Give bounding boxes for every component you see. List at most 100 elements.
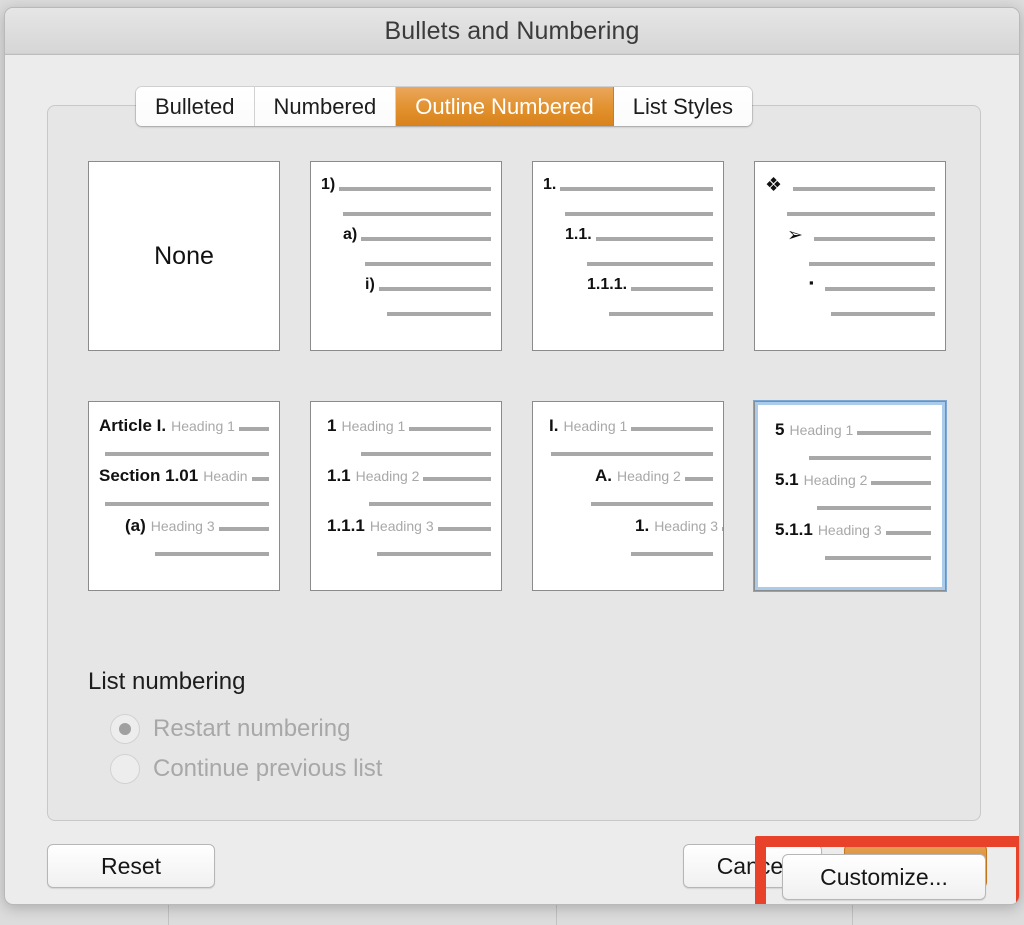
preview-row <box>765 202 935 226</box>
preview-row: 5.1.1 Heading 3 <box>769 520 931 546</box>
preview-marker: 1) <box>321 176 336 193</box>
preview-heading-text: Heading 1 <box>563 418 628 434</box>
list-style-gallery: None 1) a) i) 1. 1.1. 1.1.1. ❖ ➢ ▪ Article I. Headi… <box>88 161 948 591</box>
preview-text-rule <box>824 287 935 291</box>
preview-text-rule <box>591 502 713 506</box>
preview-text-rule <box>377 552 491 556</box>
list-style-tile-roman-alpha-headings[interactable]: I. Heading 1 A. Heading 2 1. Heading 3 <box>532 401 724 591</box>
preview-row <box>543 302 713 326</box>
preview-row <box>321 202 491 226</box>
preview-heading-text: Heading 2 <box>617 468 681 484</box>
preview-heading-text: Heading 1 <box>341 418 406 434</box>
tile-preview: 1) a) i) <box>311 162 501 350</box>
preview-text-rule <box>238 427 269 431</box>
preview-row <box>321 302 491 326</box>
preview-heading-text: Heading 1 <box>171 418 235 434</box>
list-style-tile-legal-numeric-headings[interactable]: 1 Heading 1 1.1 Heading 2 1.1.1 Heading 3 <box>310 401 502 591</box>
radio-icon-selected <box>110 714 140 744</box>
preview-marker: Article I. <box>99 416 167 435</box>
reset-button[interactable]: Reset <box>47 844 215 888</box>
preview-row: 1.1 Heading 2 <box>321 466 491 492</box>
radio-continue-previous-list[interactable]: Continue previous list <box>110 754 382 784</box>
preview-row <box>769 546 931 570</box>
tile-preview: ❖ ➢ ▪ <box>755 162 945 350</box>
preview-marker: 1. <box>543 176 557 193</box>
preview-row: a) <box>321 226 491 252</box>
preview-text-rule <box>365 262 491 266</box>
preview-heading-text: Heading 3 <box>150 518 215 534</box>
preview-row <box>765 302 935 326</box>
preview-text-rule <box>817 506 931 510</box>
preview-row <box>543 252 713 276</box>
preview-text-rule <box>560 187 713 191</box>
preview-text-rule <box>551 452 713 456</box>
preview-text-rule <box>631 427 713 431</box>
list-style-tile-article-section[interactable]: Article I. Heading 1 Section 1.01 Headin (a)… <box>88 401 280 591</box>
preview-text-rule <box>369 502 491 506</box>
tile-preview: 5 Heading 1 5.1 Heading 2 5.1.1 Heading 3 <box>759 406 941 586</box>
list-style-tile-chapter-5-headings[interactable]: 5 Heading 1 5.1 Heading 2 5.1.1 Heading 3 <box>754 401 946 591</box>
preview-row: ❖ <box>765 176 935 202</box>
bullet-glyph-icon: ❖ <box>765 175 783 196</box>
list-style-tile-none[interactable]: None <box>88 161 280 351</box>
preview-text-rule <box>105 452 269 456</box>
list-style-tile-glyph-bullets[interactable]: ❖ ➢ ▪ <box>754 161 946 351</box>
preview-marker: (a) <box>125 516 146 535</box>
preview-heading-text: Headin <box>203 468 248 484</box>
bullet-glyph-icon: ▪ <box>809 275 814 290</box>
preview-text-rule <box>809 262 935 266</box>
preview-text-rule <box>251 477 269 481</box>
radio-restart-numbering[interactable]: Restart numbering <box>110 714 350 744</box>
preview-row <box>543 492 713 516</box>
preview-row: (a) Heading 3 <box>99 516 269 542</box>
preview-heading-text: Heading 3 <box>654 518 719 534</box>
preview-row <box>543 202 713 226</box>
tab-bar: Bulleted Numbered Outline Numbered List Sty… <box>136 87 753 126</box>
preview-row: I. Heading 1 <box>543 416 713 442</box>
preview-text-rule <box>631 552 713 556</box>
content-panel: None 1) a) i) 1. 1.1. 1.1.1. ❖ ➢ ▪ Article I. Headi… <box>47 105 1019 904</box>
tile-preview: 1. 1.1. 1.1.1. <box>533 162 723 350</box>
preview-marker: 1 <box>327 416 337 435</box>
tab-outline-numbered[interactable]: Outline Numbered <box>396 87 614 126</box>
preview-row: 1. <box>543 176 713 202</box>
preview-text-rule <box>809 456 931 460</box>
preview-text-rule <box>609 312 713 316</box>
preview-text-rule <box>565 212 713 216</box>
preview-row <box>769 496 931 520</box>
preview-text-rule <box>155 552 269 556</box>
preview-text-rule <box>339 187 491 191</box>
list-style-tile-decimal-1-1.1-1.1.1[interactable]: 1. 1.1. 1.1.1. <box>532 161 724 351</box>
preview-text-rule <box>825 556 931 560</box>
preview-row <box>99 492 269 516</box>
preview-text-rule <box>885 531 931 535</box>
preview-row <box>543 542 713 566</box>
preview-text-rule <box>722 527 723 531</box>
preview-text-rule <box>631 287 713 291</box>
radio-icon-unselected <box>110 754 140 784</box>
tab-list-styles[interactable]: List Styles <box>613 87 753 126</box>
preview-marker: 1.1.1. <box>587 276 628 293</box>
preview-row <box>99 442 269 466</box>
preview-row <box>543 442 713 466</box>
preview-row: 1) <box>321 176 491 202</box>
tile-preview: I. Heading 1 A. Heading 2 1. Heading 3 <box>533 402 723 590</box>
preview-row: 5.1 Heading 2 <box>769 470 931 496</box>
preview-marker: 5.1 <box>775 470 799 489</box>
preview-text-rule <box>587 262 713 266</box>
preview-heading-text: Heading 2 <box>355 468 420 484</box>
customize-button[interactable]: Customize... <box>782 854 986 900</box>
preview-text-rule <box>793 187 935 191</box>
preview-heading-text: Heading 1 <box>789 422 854 438</box>
tab-bulleted[interactable]: Bulleted <box>136 87 255 126</box>
preview-marker: 1.1. <box>565 226 592 243</box>
tab-numbered[interactable]: Numbered <box>254 87 397 126</box>
preview-row <box>321 442 491 466</box>
preview-row: 1.1. <box>543 226 713 252</box>
preview-marker: 1. <box>635 516 650 535</box>
preview-text-rule <box>813 237 935 241</box>
list-style-tile-paren-1-a-i[interactable]: 1) a) i) <box>310 161 502 351</box>
radio-continue-previous-list-label: Continue previous list <box>153 755 383 782</box>
preview-row <box>321 542 491 566</box>
dialog-title: Bullets and Numbering <box>384 17 640 45</box>
